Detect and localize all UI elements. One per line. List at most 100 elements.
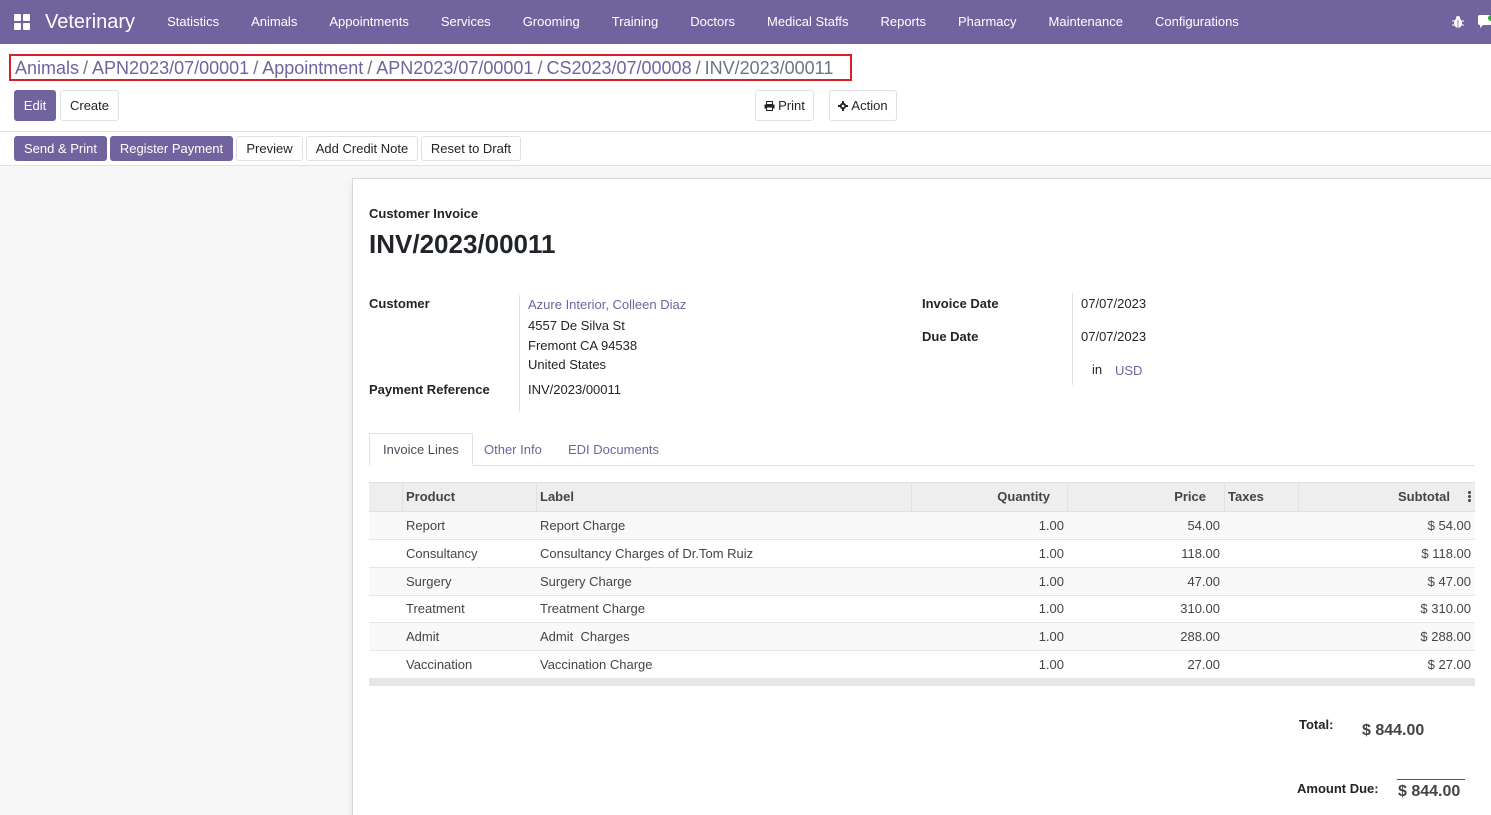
table-row[interactable]: Report Report Charge 1.00 54.00 $ 54.00 [369,512,1475,540]
register-payment-button[interactable]: Register Payment [110,136,233,161]
amount-due-divider [1397,779,1465,780]
edit-button[interactable]: Edit [14,90,56,121]
send-print-button[interactable]: Send & Print [14,136,107,161]
amount-due-label: Amount Due: [1297,781,1379,796]
column-header-quantity[interactable]: Quantity [911,483,1050,511]
field-separator [1072,293,1073,385]
cell-product: Admit [406,629,440,644]
action-label: Action [851,98,888,113]
payment-reference-label: Payment Reference [369,382,490,397]
cell-label: Report Charge [540,518,626,533]
cell-subtotal: $ 27.00 [1427,657,1471,672]
print-button[interactable]: Print [755,90,814,121]
address-line: Fremont CA 94538 [528,338,638,353]
total-label: Total: [1299,717,1334,732]
cell-price: 118.00 [1181,546,1220,561]
cell-quantity: 1.00 [1038,629,1064,644]
breadcrumb-separator: / [695,58,701,78]
top-navbar: Veterinary Statistics Animals Appointmen… [0,0,1491,44]
menu-training[interactable]: Training [596,0,674,44]
breadcrumb-item-appointment[interactable]: Appointment [262,58,363,78]
field-separator [519,295,520,412]
column-header-subtotal[interactable]: Subtotal [1298,483,1450,511]
tab-other-info[interactable]: Other Info [471,433,555,466]
breadcrumb-item-appointment-ref[interactable]: APN2023/07/00001 [376,58,533,78]
cell-product: Report [406,518,446,533]
menu-grooming[interactable]: Grooming [507,0,596,44]
menu-pharmacy[interactable]: Pharmacy [942,0,1033,44]
cell-price: 310.00 [1180,601,1220,616]
app-brand[interactable]: Veterinary [45,11,135,34]
cell-price: 47.00 [1187,574,1220,589]
amount-due-value: $ 844.00 [1398,783,1461,800]
document-type: Customer Invoice [369,206,479,221]
reset-to-draft-button[interactable]: Reset to Draft [421,136,521,161]
menu-doctors[interactable]: Doctors [674,0,751,44]
cell-subtotal: $ 310.00 [1420,601,1471,616]
table-row[interactable]: Vaccination Vaccination Charge 1.00 27.0… [369,651,1475,679]
menu-statistics[interactable]: Statistics [151,0,235,44]
apps-grid-icon[interactable] [0,0,44,44]
bug-icon[interactable] [1451,15,1465,29]
menu-maintenance[interactable]: Maintenance [1033,0,1139,44]
print-label: Print [778,98,805,113]
table-header: Product Label Quantity Price Taxes Subto… [369,482,1475,512]
breadcrumb-item-consultation[interactable]: CS2023/07/00008 [546,58,691,78]
tab-invoice-lines[interactable]: Invoice Lines [369,433,473,466]
optional-columns-kebab-icon[interactable] [1468,491,1471,503]
table-row[interactable]: Consultancy Consultancy Charges of Dr.To… [369,540,1475,568]
table-row[interactable]: Surgery Surgery Charge 1.00 47.00 $ 47.0… [369,568,1475,596]
menu-medical-staffs[interactable]: Medical Staffs [751,0,864,44]
cell-price: 288.00 [1180,629,1220,644]
column-separator [536,483,537,511]
action-button[interactable]: Action [829,90,897,121]
breadcrumb: Animals / APN2023/07/00001/Appointment / APN… [9,54,852,81]
add-credit-note-button[interactable]: Add Credit Note [306,136,418,161]
cell-subtotal: $ 118.00 [1421,546,1471,561]
due-date-value: 07/07/2023 [1081,329,1147,344]
cell-product: Vaccination [406,657,473,672]
printer-icon [764,100,775,111]
cell-label: Vaccination Charge [540,657,653,672]
breadcrumb-separator: / [253,58,259,78]
menu-services[interactable]: Services [425,0,507,44]
tab-edi-documents[interactable]: EDI Documents [555,433,672,466]
currency-link[interactable]: USD [1115,363,1142,378]
menu-reports[interactable]: Reports [864,0,942,44]
divider [0,131,1491,132]
chat-icon[interactable] [1477,15,1491,29]
column-header-product[interactable]: Product [406,483,455,511]
table-row[interactable]: Admit Admit Charges 1.00 288.00 $ 288.00 [369,623,1475,651]
column-separator [1224,483,1225,511]
table-footer [369,679,1475,686]
column-header-taxes[interactable]: Taxes [1228,483,1264,511]
invoice-date-value: 07/07/2023 [1081,296,1147,311]
address-line: 4557 De Silva St [528,318,625,333]
invoice-sheet: Customer Invoice INV/2023/00011 Customer… [352,178,1491,815]
breadcrumb-current: INV/2023/00011 [704,58,834,78]
payment-reference-value: INV/2023/00011 [528,382,621,397]
cell-quantity: 1.00 [1038,518,1064,533]
table-row[interactable]: Treatment Treatment Charge 1.00 310.00 $… [369,595,1475,623]
breadcrumb-separator: / [537,58,543,78]
column-header-price[interactable]: Price [1067,483,1206,511]
breadcrumb-item-animals[interactable]: Animals [15,58,79,78]
column-header-label[interactable]: Label [540,483,574,511]
customer-link[interactable]: Azure Interior, Colleen Diaz [528,297,686,312]
cell-price: 54.00 [1187,518,1220,533]
cell-quantity: 1.00 [1038,546,1064,561]
currency-in-label: in [1092,362,1103,377]
cell-quantity: 1.00 [1038,574,1064,589]
menu-appointments[interactable]: Appointments [313,0,425,44]
cell-subtotal: $ 47.00 [1427,574,1471,589]
breadcrumb-item-appointment-record[interactable]: APN2023/07/00001 [92,58,249,78]
cell-product: Surgery [406,574,452,589]
create-button[interactable]: Create [60,90,119,121]
menu-animals[interactable]: Animals [235,0,313,44]
cell-quantity: 1.00 [1038,601,1064,616]
preview-button[interactable]: Preview [236,136,303,161]
address-line: United States [528,357,607,372]
menu-configurations[interactable]: Configurations [1139,0,1255,44]
cell-quantity: 1.00 [1038,657,1064,672]
total-value: $ 844.00 [1362,722,1425,739]
